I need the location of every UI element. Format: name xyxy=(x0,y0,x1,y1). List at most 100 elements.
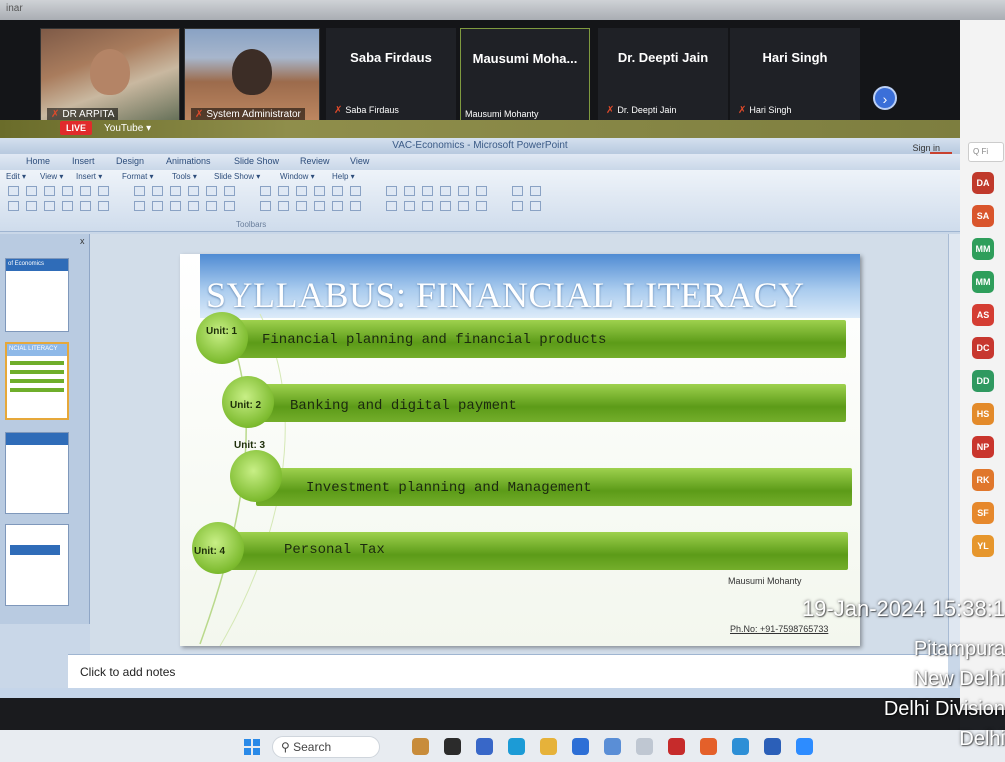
tab-home[interactable]: Home xyxy=(26,156,50,166)
toolbar-button[interactable] xyxy=(422,186,433,196)
shield-icon[interactable] xyxy=(732,738,749,755)
toolbar-button[interactable] xyxy=(350,186,361,196)
participant-avatar-da[interactable]: DA xyxy=(972,172,994,194)
participant-avatar-rk[interactable]: RK xyxy=(972,469,994,491)
store-icon[interactable] xyxy=(572,738,589,755)
toolbar-button[interactable] xyxy=(476,186,487,196)
menu-view[interactable]: View ▾ xyxy=(40,172,63,181)
menu-window[interactable]: Window ▾ xyxy=(280,172,315,181)
current-slide[interactable]: SYLLABUS: FINANCIAL LITERACY Unit: 1 Fin… xyxy=(180,254,860,646)
participant-avatar-mm[interactable]: MM xyxy=(972,271,994,293)
network-icon[interactable] xyxy=(604,738,621,755)
slide-thumbnail[interactable] xyxy=(5,524,69,606)
toolbar-button[interactable] xyxy=(170,186,181,196)
toolbar-button[interactable] xyxy=(188,201,199,211)
next-participants-button[interactable]: › xyxy=(873,86,897,110)
word-icon[interactable] xyxy=(764,738,781,755)
toolbar-button[interactable] xyxy=(62,186,73,196)
toolbar-button[interactable] xyxy=(458,186,469,196)
tab-design[interactable]: Design xyxy=(116,156,144,166)
participant-name-tile[interactable]: Saba Firdaus ✗ Saba Firdaus xyxy=(326,28,456,126)
toolbar-button[interactable] xyxy=(278,201,289,211)
toolbar-button[interactable] xyxy=(170,201,181,211)
menu-format[interactable]: Format ▾ xyxy=(122,172,154,181)
toolbar-button[interactable] xyxy=(224,186,235,196)
toolbar-button[interactable] xyxy=(206,186,217,196)
participant-avatar-sa[interactable]: SA xyxy=(972,205,994,227)
toolbar-button[interactable] xyxy=(80,201,91,211)
toolbar-button[interactable] xyxy=(530,201,541,211)
file-explorer-icon[interactable] xyxy=(444,738,461,755)
edge-icon[interactable] xyxy=(508,738,525,755)
participant-video-tile[interactable]: ✗ DR ARPITA xyxy=(40,28,180,126)
toolbar-button[interactable] xyxy=(314,201,325,211)
toolbar-button[interactable] xyxy=(350,201,361,211)
menu-edit[interactable]: Edit ▾ xyxy=(6,172,26,181)
participant-avatar-hs[interactable]: HS xyxy=(972,403,994,425)
participant-avatar-mm[interactable]: MM xyxy=(972,238,994,260)
tab-view[interactable]: View xyxy=(350,156,369,166)
participant-search-input[interactable]: Q Fi xyxy=(968,142,1004,162)
windows-start-icon[interactable] xyxy=(244,739,260,755)
toolbar-button[interactable] xyxy=(44,186,55,196)
slide-thumbnail[interactable] xyxy=(5,432,69,514)
toolbar-button[interactable] xyxy=(332,186,343,196)
menu-insert[interactable]: Insert ▾ xyxy=(76,172,102,181)
folder-icon[interactable] xyxy=(540,738,557,755)
toolbar-button[interactable] xyxy=(26,201,37,211)
participant-avatar-np[interactable]: NP xyxy=(972,436,994,458)
toolbar-button[interactable] xyxy=(152,201,163,211)
toolbar-button[interactable] xyxy=(386,201,397,211)
toolbar-button[interactable] xyxy=(134,186,145,196)
toolbar-button[interactable] xyxy=(296,201,307,211)
firefox-icon[interactable] xyxy=(700,738,717,755)
toolbar-button[interactable] xyxy=(296,186,307,196)
toolbar-button[interactable] xyxy=(44,201,55,211)
notes-pane[interactable]: Click to add notes xyxy=(68,654,948,688)
participant-name-tile[interactable]: Mausumi Moha... Mausumi Mohanty xyxy=(460,28,590,126)
participant-avatar-dc[interactable]: DC xyxy=(972,337,994,359)
toolbar-button[interactable] xyxy=(206,201,217,211)
toolbar-button[interactable] xyxy=(224,201,235,211)
toolbar-button[interactable] xyxy=(440,201,451,211)
toolbar-button[interactable] xyxy=(476,201,487,211)
toolbar-button[interactable] xyxy=(530,186,541,196)
toolbar-button[interactable] xyxy=(440,186,451,196)
tab-slide-show[interactable]: Slide Show xyxy=(234,156,279,166)
menu-slide-show[interactable]: Slide Show ▾ xyxy=(214,172,260,181)
toolbar-button[interactable] xyxy=(512,186,523,196)
toolbar-button[interactable] xyxy=(152,186,163,196)
mcafee-icon[interactable] xyxy=(668,738,685,755)
toolbar-button[interactable] xyxy=(314,186,325,196)
document-icon[interactable] xyxy=(636,738,653,755)
participant-name-tile[interactable]: Dr. Deepti Jain ✗ Dr. Deepti Jain xyxy=(598,28,728,126)
participant-avatar-as[interactable]: AS xyxy=(972,304,994,326)
toolbar-button[interactable] xyxy=(98,201,109,211)
tab-animations[interactable]: Animations xyxy=(166,156,211,166)
toolbar-button[interactable] xyxy=(260,201,271,211)
youtube-dropdown[interactable]: YouTube ▾ xyxy=(104,123,151,134)
slide-thumbnail[interactable]: NCIAL LITERACY xyxy=(5,342,69,420)
toolbar-button[interactable] xyxy=(8,186,19,196)
toolbar-button[interactable] xyxy=(512,201,523,211)
toolbar-button[interactable] xyxy=(260,186,271,196)
toolbar-button[interactable] xyxy=(422,201,433,211)
menu-tools[interactable]: Tools ▾ xyxy=(172,172,197,181)
toolbar-button[interactable] xyxy=(404,186,415,196)
toolbar-button[interactable] xyxy=(188,186,199,196)
taskbar-search-box[interactable]: ⚲ Search xyxy=(272,736,380,758)
participant-avatar-dd[interactable]: DD xyxy=(972,370,994,392)
participant-name-tile[interactable]: Hari Singh ✗ Hari Singh xyxy=(730,28,860,126)
toolbar-button[interactable] xyxy=(386,186,397,196)
people-icon[interactable] xyxy=(412,738,429,755)
toolbar-button[interactable] xyxy=(134,201,145,211)
participant-video-tile[interactable]: ✗ System Administrator xyxy=(184,28,320,126)
toolbar-button[interactable] xyxy=(458,201,469,211)
participant-avatar-sf[interactable]: SF xyxy=(972,502,994,524)
toolbar-button[interactable] xyxy=(98,186,109,196)
chat-icon[interactable] xyxy=(476,738,493,755)
tab-insert[interactable]: Insert xyxy=(72,156,95,166)
slide-thumbnail[interactable]: of Economics xyxy=(5,258,69,332)
toolbar-button[interactable] xyxy=(278,186,289,196)
vertical-scrollbar[interactable] xyxy=(948,234,960,654)
